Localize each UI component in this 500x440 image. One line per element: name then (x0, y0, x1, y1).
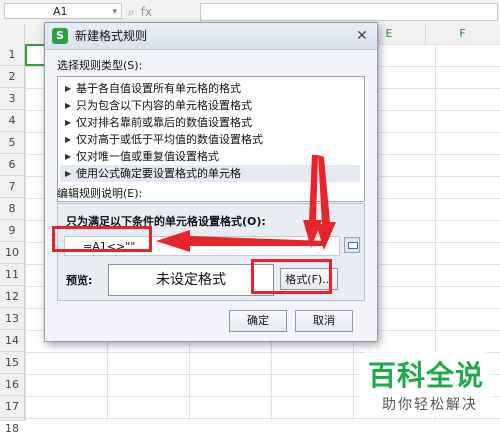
rule-type-item[interactable]: ▶ 仅对唯一值或重复值设置格式 (60, 148, 360, 165)
watermark-sub-text: 助你轻松解决 (382, 397, 478, 413)
triangle-right-icon: ▶ (65, 118, 72, 127)
rule-type-item[interactable]: ▶ 仅对排名靠前或靠后的数值设置格式 (60, 114, 360, 131)
rule-type-item-selected[interactable]: ▶ 使用公式确定要设置格式的单元格 (60, 165, 360, 182)
row-header[interactable]: 14 (0, 330, 24, 352)
row-header[interactable]: 3 (0, 88, 24, 110)
rule-type-text: 仅对唯一值或重复值设置格式 (76, 150, 219, 163)
format-button-highlight-box (251, 259, 332, 294)
triangle-right-icon: ▶ (65, 169, 72, 178)
row-header[interactable]: 4 (0, 110, 24, 132)
triangle-right-icon: ▶ (65, 101, 72, 110)
row-header[interactable]: 13 (0, 308, 24, 330)
triangle-right-icon: ▶ (65, 84, 72, 93)
name-box-value: A1 (53, 5, 68, 18)
name-box[interactable]: A1 ▾ (4, 3, 122, 19)
watermark-main-text: 百科全说 (368, 359, 485, 392)
row-header[interactable]: 17 (0, 396, 24, 418)
row-headers: 1 2 3 4 5 6 7 8 9 10 11 12 13 14 15 16 1… (0, 44, 25, 435)
row-header[interactable]: 10 (0, 242, 24, 264)
column-header[interactable]: F (425, 24, 500, 44)
rule-type-text: 仅对高于或低于平均值的数值设置格式 (76, 133, 263, 146)
formula-input[interactable] (200, 3, 498, 21)
triangle-right-icon: ▶ (65, 135, 72, 144)
row-header[interactable]: 12 (0, 286, 24, 308)
preview-box: 未设定格式 (108, 264, 274, 296)
rule-type-text: 基于各自值设置所有单元格的格式 (76, 82, 241, 95)
formula-bar-icons: ⌕ fx (128, 3, 152, 21)
row-header[interactable]: 2 (0, 66, 24, 88)
formula-highlight-box (52, 226, 152, 252)
rule-type-text: 只为包含以下内容的单元格设置格式 (76, 99, 252, 112)
dialog-title: 新建格式规则 (75, 29, 148, 43)
ok-button[interactable]: 确定 (229, 310, 287, 332)
row-header[interactable]: 9 (0, 220, 24, 242)
rule-type-item[interactable]: ▶ 仅对高于或低于平均值的数值设置格式 (60, 131, 360, 148)
row-header[interactable]: 5 (0, 132, 24, 154)
rule-type-label: 选择规则类型(S): (57, 59, 143, 72)
rule-type-text: 使用公式确定要设置格式的单元格 (76, 167, 241, 180)
chevron-down-icon[interactable]: ▾ (112, 4, 117, 20)
row-header[interactable]: 7 (0, 176, 24, 198)
row-header[interactable]: 15 (0, 352, 24, 374)
wps-app-icon: S (52, 28, 68, 44)
close-icon[interactable]: ✕ (353, 27, 371, 45)
cancel-button[interactable]: 取消 (295, 310, 353, 332)
watermark-logo: 百科全说 助你轻松解决 (360, 352, 492, 416)
row-header[interactable]: 6 (0, 154, 24, 176)
triangle-right-icon: ▶ (65, 152, 72, 161)
rule-type-text: 仅对排名靠前或靠后的数值设置格式 (76, 116, 252, 129)
row-header[interactable]: 8 (0, 198, 24, 220)
fx-icon[interactable]: fx (141, 3, 152, 21)
new-format-rule-dialog: S 新建格式规则 ✕ 选择规则类型(S): ▶ 基于各自值设置所有单元格的格式 … (44, 22, 378, 342)
dialog-titlebar[interactable]: S 新建格式规则 ✕ (45, 23, 377, 50)
range-select-icon[interactable] (344, 237, 360, 253)
row-header[interactable]: 11 (0, 264, 24, 286)
magnifier-icon[interactable]: ⌕ (128, 3, 135, 21)
rule-type-item[interactable]: ▶ 只为包含以下内容的单元格设置格式 (60, 97, 360, 114)
row-header[interactable]: 16 (0, 374, 24, 396)
select-all-corner[interactable] (0, 24, 25, 44)
edit-rule-label: 编辑规则说明(E): (57, 187, 143, 200)
rule-type-list[interactable]: ▶ 基于各自值设置所有单元格的格式 ▶ 只为包含以下内容的单元格设置格式 ▶ 仅… (57, 76, 365, 202)
row-header[interactable]: 1 (0, 44, 24, 66)
rule-type-item[interactable]: ▶ 基于各自值设置所有单元格的格式 (60, 80, 360, 97)
preview-label: 预览: (66, 274, 93, 287)
